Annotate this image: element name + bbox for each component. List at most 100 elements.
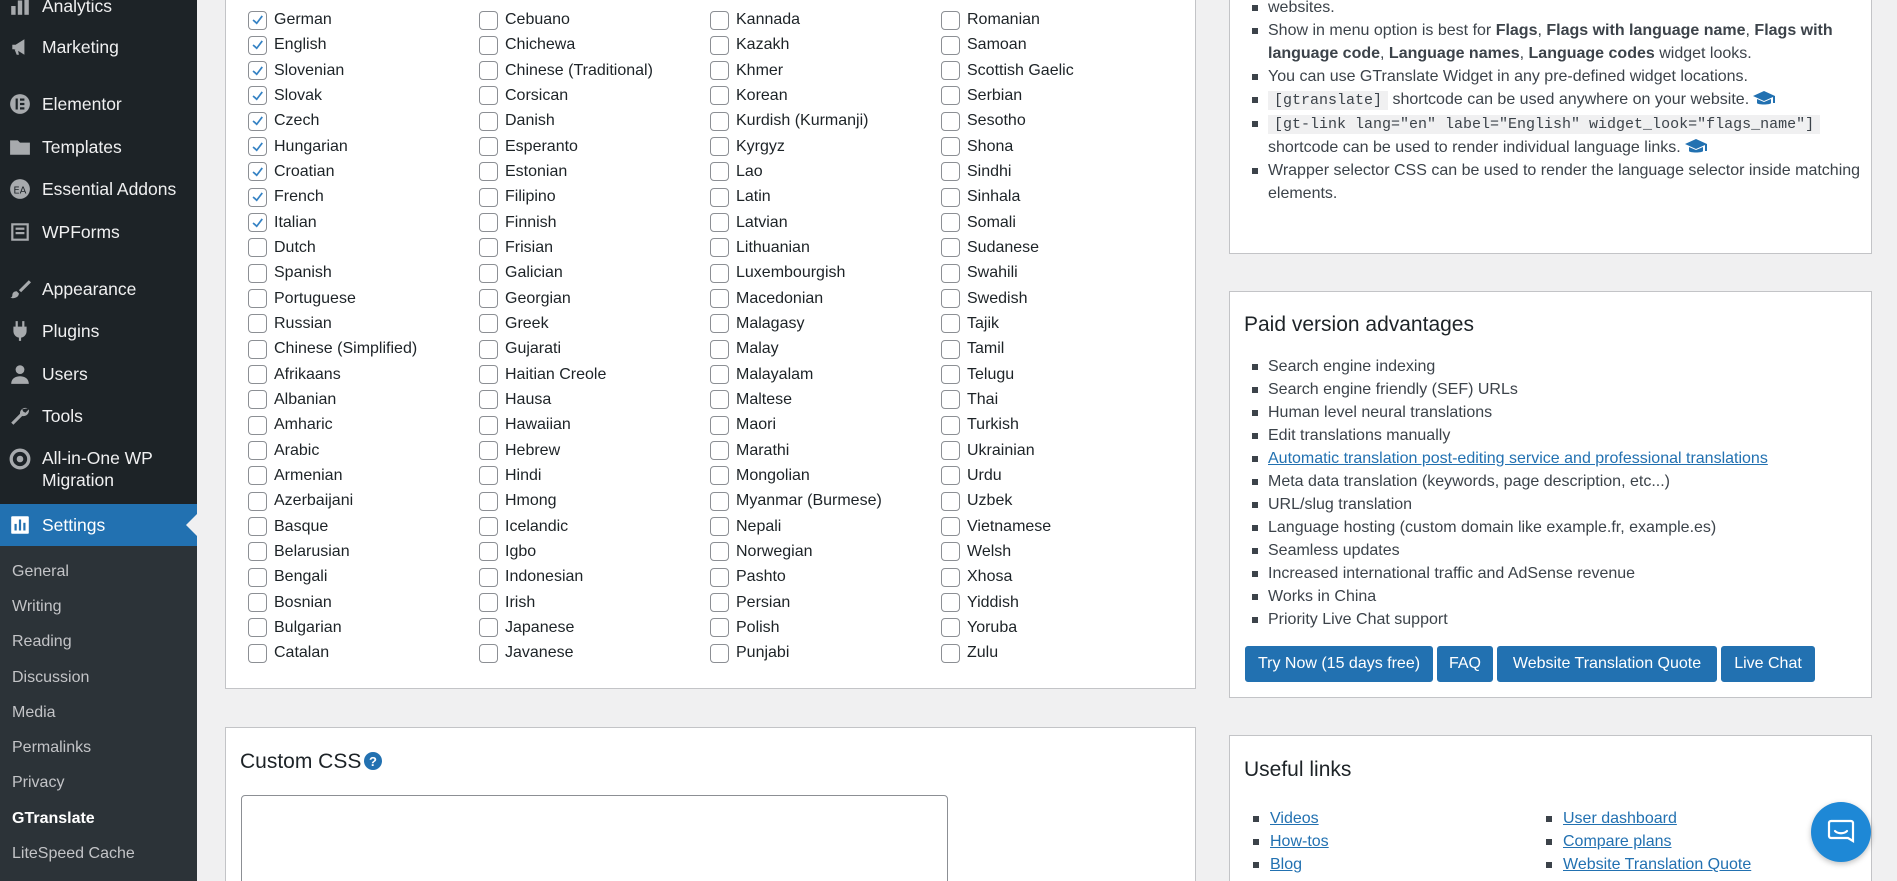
language-checkbox[interactable] xyxy=(941,517,960,537)
language-option[interactable]: Afrikaans xyxy=(248,364,341,386)
language-checkbox[interactable] xyxy=(248,35,267,55)
language-option[interactable]: Amharic xyxy=(248,414,333,436)
language-option[interactable]: Marathi xyxy=(710,440,789,462)
language-checkbox[interactable] xyxy=(248,111,267,131)
language-checkbox[interactable] xyxy=(479,86,498,106)
language-checkbox[interactable] xyxy=(479,567,498,587)
language-option[interactable]: Japanese xyxy=(479,617,574,639)
language-checkbox[interactable] xyxy=(479,187,498,207)
language-checkbox[interactable] xyxy=(941,593,960,613)
language-checkbox[interactable] xyxy=(941,466,960,486)
language-option[interactable]: Igbo xyxy=(479,541,536,563)
language-checkbox[interactable] xyxy=(248,289,267,309)
submenu-item-media[interactable]: Media xyxy=(12,704,56,722)
language-option[interactable]: Esperanto xyxy=(479,136,578,158)
language-checkbox[interactable] xyxy=(941,314,960,334)
language-checkbox[interactable] xyxy=(479,365,498,385)
graduation-cap-icon[interactable] xyxy=(1753,90,1776,106)
language-checkbox[interactable] xyxy=(941,491,960,511)
language-checkbox[interactable] xyxy=(248,517,267,537)
language-option[interactable]: Georgian xyxy=(479,288,571,310)
language-option[interactable]: Sindhi xyxy=(941,161,1011,183)
language-option[interactable]: Hungarian xyxy=(248,136,348,158)
language-option[interactable]: Scottish Gaelic xyxy=(941,60,1074,82)
language-checkbox[interactable] xyxy=(248,10,267,30)
language-option[interactable]: Bulgarian xyxy=(248,617,342,639)
website-translation-quote-link[interactable]: Website Translation Quote xyxy=(1545,853,1751,876)
language-checkbox[interactable] xyxy=(941,86,960,106)
language-checkbox[interactable] xyxy=(941,390,960,410)
language-checkbox[interactable] xyxy=(248,593,267,613)
language-option[interactable]: Cebuano xyxy=(479,9,570,31)
compare-plans-link[interactable]: Compare plans xyxy=(1545,830,1751,853)
videos-link[interactable]: Videos xyxy=(1252,807,1329,830)
language-option[interactable]: Myanmar (Burmese) xyxy=(710,490,882,512)
language-option[interactable]: Chinese (Simplified) xyxy=(248,338,417,360)
language-option[interactable]: Tamil xyxy=(941,338,1004,360)
language-checkbox[interactable] xyxy=(248,415,267,435)
language-option[interactable]: Samoan xyxy=(941,34,1027,56)
language-option[interactable]: Azerbaijani xyxy=(248,490,353,512)
language-option[interactable]: Somali xyxy=(941,212,1016,234)
language-option[interactable]: Lithuanian xyxy=(710,237,810,259)
language-checkbox[interactable] xyxy=(710,365,729,385)
language-option[interactable]: Estonian xyxy=(479,161,567,183)
language-checkbox[interactable] xyxy=(710,593,729,613)
user-dashboard-link[interactable]: User dashboard xyxy=(1545,807,1751,830)
blog-link[interactable]: Blog xyxy=(1252,853,1329,876)
language-checkbox[interactable] xyxy=(941,137,960,157)
language-option[interactable]: Basque xyxy=(248,516,328,538)
faq-button[interactable]: FAQ xyxy=(1437,646,1493,682)
language-option[interactable]: Belarusian xyxy=(248,541,350,563)
language-checkbox[interactable] xyxy=(941,365,960,385)
language-checkbox[interactable] xyxy=(248,263,267,283)
submenu-item-discussion[interactable]: Discussion xyxy=(12,669,89,687)
language-option[interactable]: Welsh xyxy=(941,541,1011,563)
language-checkbox[interactable] xyxy=(479,441,498,461)
language-option[interactable]: Vietnamese xyxy=(941,516,1051,538)
language-checkbox[interactable] xyxy=(479,314,498,334)
language-checkbox[interactable] xyxy=(248,187,267,207)
language-option[interactable]: Hebrew xyxy=(479,440,560,462)
language-checkbox[interactable] xyxy=(479,35,498,55)
language-checkbox[interactable] xyxy=(941,61,960,81)
language-option[interactable]: Swedish xyxy=(941,288,1027,310)
menu-item-templates[interactable]: Templates xyxy=(0,134,197,160)
submenu-item-privacy[interactable]: Privacy xyxy=(12,774,64,792)
language-checkbox[interactable] xyxy=(248,213,267,233)
custom-css-textarea[interactable] xyxy=(241,795,948,881)
language-checkbox[interactable] xyxy=(479,111,498,131)
language-option[interactable]: Telugu xyxy=(941,364,1014,386)
language-option[interactable]: Hausa xyxy=(479,389,551,411)
language-checkbox[interactable] xyxy=(941,339,960,359)
graduation-cap-icon[interactable] xyxy=(1684,138,1707,154)
language-checkbox[interactable] xyxy=(941,162,960,182)
language-checkbox[interactable] xyxy=(710,162,729,182)
language-checkbox[interactable] xyxy=(710,10,729,30)
language-checkbox[interactable] xyxy=(248,542,267,562)
language-checkbox[interactable] xyxy=(941,35,960,55)
language-option[interactable]: Mongolian xyxy=(710,465,810,487)
language-checkbox[interactable] xyxy=(941,263,960,283)
menu-item-analytics[interactable]: Analytics xyxy=(0,0,197,18)
language-option[interactable]: Croatian xyxy=(248,161,334,183)
menu-item-appearance[interactable]: Appearance xyxy=(0,276,197,302)
language-checkbox[interactable] xyxy=(479,263,498,283)
language-checkbox[interactable] xyxy=(479,466,498,486)
language-option[interactable]: Slovenian xyxy=(248,60,344,82)
language-checkbox[interactable] xyxy=(710,643,729,663)
language-option[interactable]: Catalan xyxy=(248,642,329,664)
submenu-item-general[interactable]: General xyxy=(12,563,69,581)
language-option[interactable]: Romanian xyxy=(941,9,1040,31)
language-checkbox[interactable] xyxy=(479,491,498,511)
language-option[interactable]: Nepali xyxy=(710,516,781,538)
try-now-button[interactable]: Try Now (15 days free) xyxy=(1245,646,1433,682)
question-circle-icon[interactable]: ? xyxy=(364,752,382,770)
language-checkbox[interactable] xyxy=(941,567,960,587)
language-checkbox[interactable] xyxy=(479,415,498,435)
language-checkbox[interactable] xyxy=(479,10,498,30)
language-checkbox[interactable] xyxy=(248,365,267,385)
menu-item-tools[interactable]: Tools xyxy=(0,403,197,429)
language-option[interactable]: Khmer xyxy=(710,60,783,82)
language-option[interactable]: Latvian xyxy=(710,212,788,234)
